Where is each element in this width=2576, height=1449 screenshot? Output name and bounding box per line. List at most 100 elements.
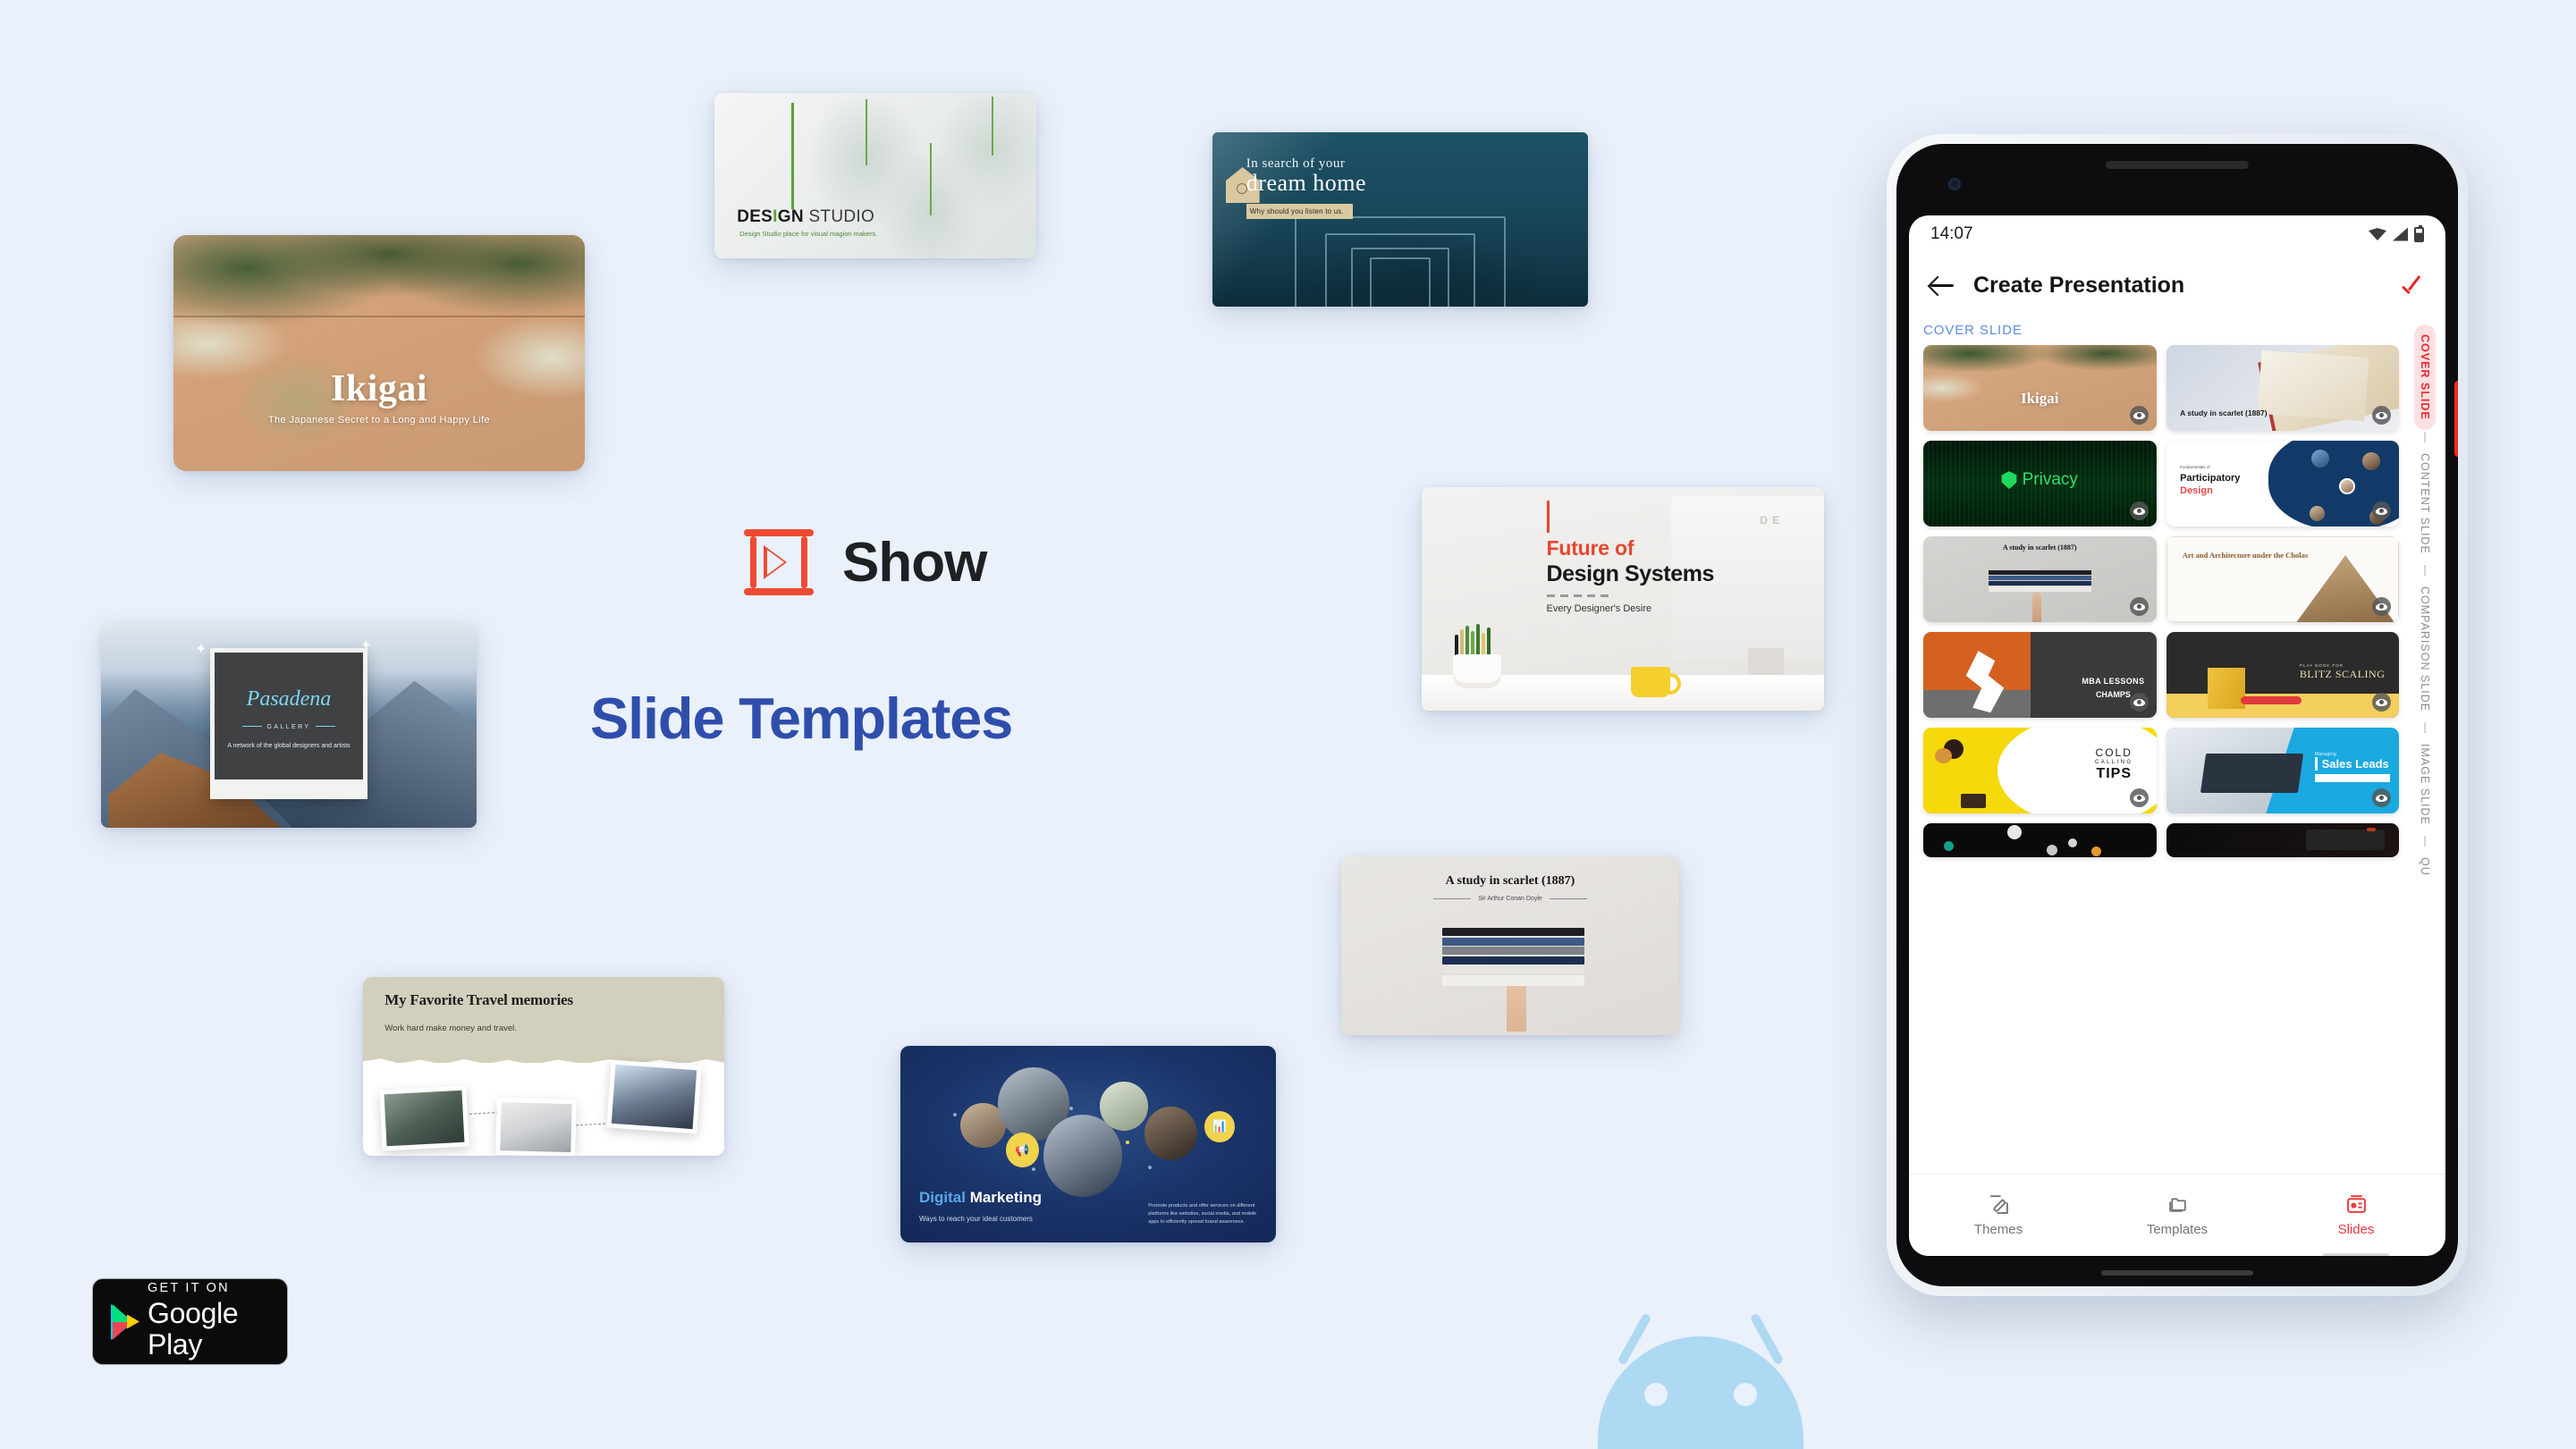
card-desc: A network of the global designers and ar… xyxy=(227,742,351,749)
thumb-title: Art and Architecture under the Cholas xyxy=(2182,551,2309,560)
eye-icon[interactable] xyxy=(2129,597,2149,616)
eye-icon[interactable] xyxy=(2129,693,2149,712)
rail-item-comparison-slide[interactable]: COMPARISON SLIDE xyxy=(2414,577,2436,720)
thumb-title: Sales Leads xyxy=(2314,756,2390,771)
eye-icon[interactable] xyxy=(2129,788,2149,807)
card-art: ✦ ✦ Pasadena GALLERY A network of the gl… xyxy=(101,624,477,828)
show-logo-icon xyxy=(744,529,814,595)
phone-power-button[interactable] xyxy=(2454,381,2458,457)
slide-thumb-dark-camera[interactable] xyxy=(2166,823,2399,857)
floating-card-design-studio[interactable]: DESIGN STUDIO Design Studio place for vi… xyxy=(714,93,1036,258)
card-title-line2: dream home xyxy=(1246,170,1367,197)
thumb-title: Privacy xyxy=(2022,470,2078,490)
card-art: 📢 📊 Digital Marketing Ways to reach your… xyxy=(900,1046,1276,1243)
card-art: DESIGN STUDIO Design Studio place for vi… xyxy=(714,93,1036,258)
slide-thumb-cold-calling-tips[interactable]: COLD CALLING TIPS xyxy=(1923,728,2157,813)
slide-thumb-a-study-in-scarlet-hand[interactable]: A study in scarlet (1887) xyxy=(1923,536,2157,622)
nav-label: Templates xyxy=(2146,1222,2209,1237)
slide-thumb-ikigai[interactable]: Ikigai xyxy=(1923,345,2157,431)
folder-icon xyxy=(2166,1193,2190,1216)
slide-thumbnail-grid: Ikigai A study in scarlet (1887) Privacy… xyxy=(1923,345,2399,857)
check-icon[interactable] xyxy=(2399,272,2426,299)
thumb-eyebrow: Fundamentals of xyxy=(2180,464,2210,469)
card-title-line1: Future of xyxy=(1546,536,1634,560)
brand-name: Show xyxy=(842,531,987,594)
floating-card-a-study-in-scarlet[interactable]: A study in scarlet (1887) Sir Arthur Con… xyxy=(1341,856,1679,1035)
eye-icon[interactable] xyxy=(2372,693,2391,712)
wifi-icon xyxy=(2369,228,2386,240)
section-label: COVER SLIDE xyxy=(1923,323,2023,338)
floating-card-future-design-systems[interactable]: DE Future of Design Systems Every Design… xyxy=(1422,487,1824,711)
badge-small-text: GET IT ON xyxy=(148,1281,230,1296)
card-subtitle: Design Studio place for visual magion ma… xyxy=(739,229,878,238)
eye-icon[interactable] xyxy=(2372,788,2391,807)
rail-item-image-slide[interactable]: IMAGE SLIDE xyxy=(2414,735,2436,834)
eye-icon[interactable] xyxy=(2129,406,2149,425)
signal-icon xyxy=(2393,227,2408,241)
floating-card-digital-marketing[interactable]: 📢 📊 Digital Marketing Ways to reach your… xyxy=(900,1046,1276,1243)
nav-label: Slides xyxy=(2337,1222,2375,1237)
page-headline: Slide Templates xyxy=(590,686,1013,751)
card-body: Promote products and offer services on d… xyxy=(1148,1202,1257,1226)
status-time: 14:07 xyxy=(1930,224,1973,243)
chart-icon: 📊 xyxy=(1204,1110,1235,1142)
themes-brush-icon xyxy=(1987,1193,2011,1216)
slide-thumb-privacy[interactable]: Privacy xyxy=(1923,441,2157,527)
thumb-title: A study in scarlet (1887) xyxy=(2002,543,2077,552)
eye-icon[interactable] xyxy=(2372,501,2391,520)
nav-item-slides[interactable]: Slides xyxy=(2267,1193,2445,1256)
battery-icon xyxy=(2414,224,2424,242)
card-art: In search of your dream home Why should … xyxy=(1212,132,1588,307)
card-title: Pasadena xyxy=(246,687,332,712)
floating-card-pasadena[interactable]: ✦ ✦ Pasadena GALLERY A network of the gl… xyxy=(101,624,477,828)
card-label: GALLERY xyxy=(210,724,367,730)
page-title: Create Presentation xyxy=(1973,272,2185,298)
phone-screen: 14:07 Create Presentation COVER SLIDE Ik… xyxy=(1909,215,2445,1256)
floating-card-ikigai[interactable]: Ikigai The Japanese Secret to a Long and… xyxy=(173,235,585,471)
nav-label: Themes xyxy=(1973,1222,2023,1237)
google-play-badge[interactable]: GET IT ON Google Play xyxy=(92,1278,288,1365)
slide-thumb-dark-balls[interactable] xyxy=(1923,823,2157,857)
phone-speaker xyxy=(2106,161,2249,169)
phone-mockup: 14:07 Create Presentation COVER SLIDE Ik… xyxy=(1887,134,2468,1296)
brand-lockup: Show xyxy=(744,529,987,595)
app-bar: Create Presentation xyxy=(1909,253,2445,317)
rail-separator xyxy=(2424,431,2426,442)
card-title: My Favorite Travel memories xyxy=(384,991,573,1008)
rail-item-cover-slide[interactable]: COVER SLIDE xyxy=(2414,324,2436,430)
slides-grid-column[interactable]: COVER SLIDE Ikigai A study in scarlet (1… xyxy=(1909,317,2404,1174)
card-title: Ikigai xyxy=(330,367,428,409)
floating-card-travel-memories[interactable]: My Favorite Travel memories Work hard ma… xyxy=(363,977,724,1156)
back-arrow-icon[interactable] xyxy=(1929,272,1955,299)
slide-thumb-a-study-in-scarlet-open[interactable]: A study in scarlet (1887) xyxy=(2166,345,2399,431)
phone-camera xyxy=(1948,178,1961,190)
card-subtitle: Ways to reach your ideal customers xyxy=(919,1215,1033,1223)
eye-icon[interactable] xyxy=(2372,597,2391,616)
rail-item-quote-slide[interactable]: QU xyxy=(2414,848,2436,885)
android-robot-icon xyxy=(1571,1301,1830,1449)
eye-icon[interactable] xyxy=(2129,501,2149,520)
content-area: COVER SLIDE Ikigai A study in scarlet (1… xyxy=(1909,317,2445,1174)
thumb-title: Ikigai xyxy=(2020,389,2059,407)
thumb-title: A study in scarlet (1887) xyxy=(2180,408,2268,417)
slide-thumb-cholas[interactable]: Art and Architecture under the Cholas xyxy=(2166,536,2399,622)
floating-card-dream-home[interactable]: In search of your dream home Why should … xyxy=(1212,132,1588,307)
rail-item-content-slide[interactable]: CONTENT SLIDE xyxy=(2414,444,2436,563)
card-subtitle: Every Designer's Desire xyxy=(1546,603,1652,614)
slide-category-rail[interactable]: COVER SLIDE CONTENT SLIDE COMPARISON SLI… xyxy=(2404,317,2445,1174)
thumb-title: MBA LESSONS xyxy=(2082,676,2145,686)
home-indicator[interactable] xyxy=(2101,1270,2253,1276)
card-bar-text: Why should you listen to us. xyxy=(1246,204,1354,220)
nav-active-indicator xyxy=(2323,1253,2389,1256)
status-bar: 14:07 xyxy=(1909,215,2445,253)
slide-thumb-blitz-scaling[interactable]: PLAY BOOK FOR BLITZ SCALING xyxy=(2166,632,2399,718)
slide-thumb-mba-lessons[interactable]: MBA LESSONS CHAMPS xyxy=(1923,632,2157,718)
page-canvas: Ikigai The Japanese Secret to a Long and… xyxy=(0,0,2576,1449)
eye-icon[interactable] xyxy=(2372,406,2391,425)
rail-separator xyxy=(2424,835,2426,847)
slide-thumb-sales-leads[interactable]: Managing Sales Leads xyxy=(2166,728,2399,813)
shield-icon xyxy=(2001,471,2017,490)
nav-item-templates[interactable]: Templates xyxy=(2088,1193,2267,1237)
slide-thumb-participatory-design[interactable]: Fundamentals of Participatory Design xyxy=(2166,441,2399,527)
nav-item-themes[interactable]: Themes xyxy=(1909,1193,2088,1237)
